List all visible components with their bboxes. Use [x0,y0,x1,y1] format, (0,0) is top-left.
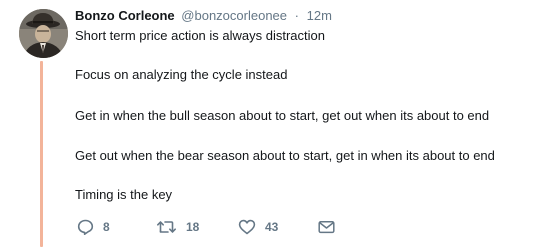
thread-line [40,61,43,247]
retweet-count: 18 [186,220,200,234]
reply-count: 8 [103,220,110,234]
retweet-button[interactable]: 18 [156,218,199,236]
direct-message-button[interactable] [318,218,335,236]
tweet: Bonzo Corleone @bonzocorleonee · 12m Sho… [0,0,547,247]
tweet-actions: 8 18 43 [75,218,395,236]
separator-dot: · [294,8,299,23]
like-button[interactable]: 43 [238,218,278,236]
tweet-text-line: Focus on analyzing the cycle instead [75,67,288,82]
tweet-text-line: Short term price action is always distra… [75,28,325,43]
author-handle[interactable]: @bonzocorleonee [181,8,287,23]
timestamp[interactable]: 12m [307,8,332,23]
tweet-header: Bonzo Corleone @bonzocorleonee · 12m [75,8,332,24]
heart-icon [238,219,256,235]
tweet-text-line: Get in when the bull season about to sta… [75,108,490,123]
avatar[interactable] [19,9,68,58]
envelope-icon [318,220,335,234]
author-name[interactable]: Bonzo Corleone [75,8,175,23]
like-count: 43 [265,220,279,234]
tweet-text-line: Get out when the bear season about to st… [75,148,495,163]
retweet-icon [156,219,177,235]
tweet-text-line: Timing is the key [75,187,173,202]
avatar-photo [19,9,68,58]
reply-icon [77,219,94,235]
reply-button[interactable]: 8 [77,218,110,236]
